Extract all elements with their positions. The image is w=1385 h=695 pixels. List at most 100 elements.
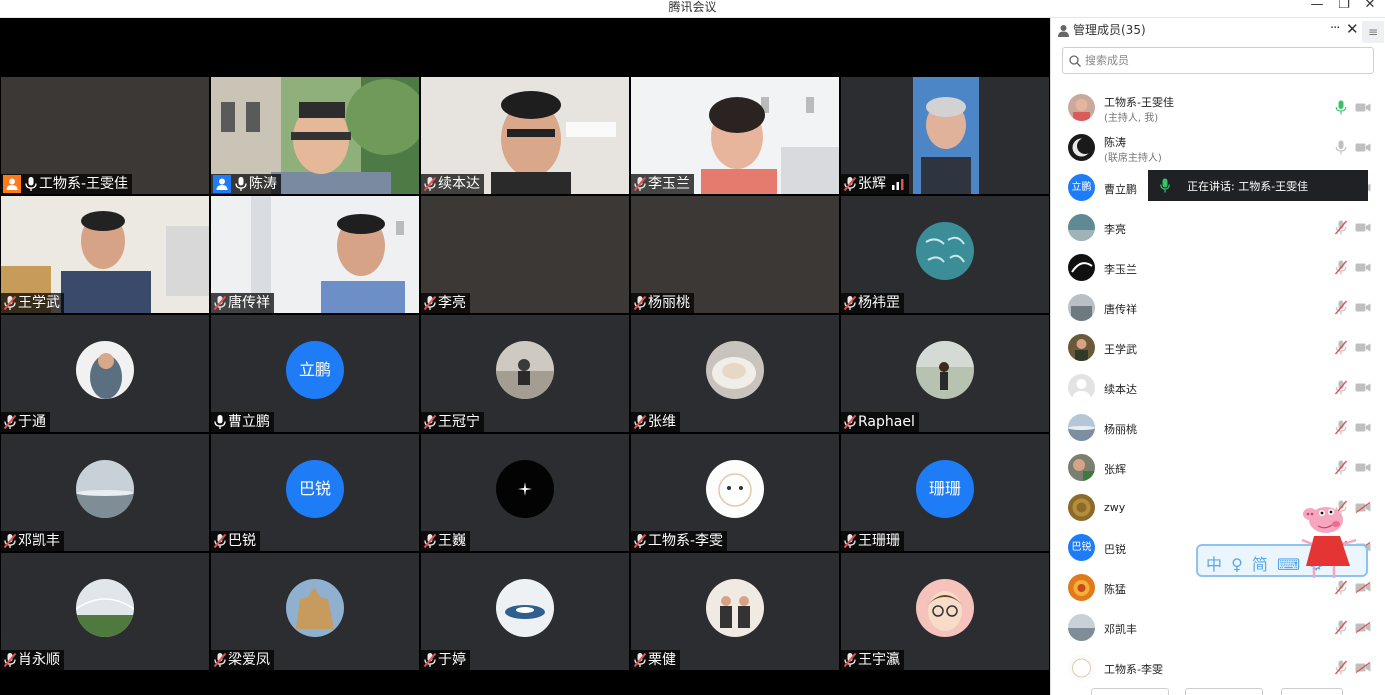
- video-grid: 工物系-王雯佳 陈涛续本达 李玉兰 张辉王学武 唐传祥 李亮 杨丽桃杨祎罡于通 立鹏 曹立鹏 王冠…: [0, 77, 1050, 671]
- video-tile[interactable]: 王巍: [421, 434, 629, 551]
- minimize-button[interactable]: —: [1304, 0, 1330, 16]
- video-tile[interactable]: 栗健: [631, 553, 839, 670]
- member-camera-icon[interactable]: [1355, 222, 1371, 233]
- member-avatar: [1068, 374, 1095, 401]
- participant-namebar: 于婷: [421, 650, 470, 670]
- video-tile[interactable]: 工物系-李雯: [631, 434, 839, 551]
- member-row[interactable]: 工物系-李雯: [1051, 648, 1385, 688]
- member-row[interactable]: 李玉兰: [1051, 248, 1385, 288]
- member-avatar: [1068, 414, 1095, 441]
- member-mic-icon[interactable]: [1335, 260, 1347, 275]
- signal-icon: [892, 179, 904, 190]
- video-tile[interactable]: 巴锐 巴锐: [211, 434, 419, 551]
- member-camera-icon[interactable]: [1355, 142, 1371, 153]
- host-badge-icon: [3, 175, 21, 193]
- member-camera-icon[interactable]: [1355, 582, 1371, 593]
- member-camera-icon[interactable]: [1355, 102, 1371, 113]
- video-tile[interactable]: 杨祎罡: [841, 196, 1049, 313]
- participant-name: 王巍: [438, 533, 466, 549]
- video-tile[interactable]: 杨丽桃: [631, 196, 839, 313]
- participant-namebar: 杨祎罡: [841, 293, 904, 313]
- member-row[interactable]: 陈涛 (联席主持人): [1051, 128, 1385, 168]
- participant-name: 续本达: [438, 176, 480, 192]
- panel-title: 管理成员(35): [1073, 23, 1146, 37]
- cohost-badge-icon: [213, 175, 231, 193]
- more-options-icon[interactable]: ···: [1330, 21, 1340, 36]
- footer-button-1[interactable]: [1091, 688, 1169, 695]
- mic-muted-icon: [213, 652, 227, 668]
- mic-muted-icon: [3, 652, 17, 668]
- video-tile[interactable]: 王学武: [1, 196, 209, 313]
- member-mic-icon[interactable]: [1335, 100, 1347, 115]
- window-title: 腾讯会议: [668, 0, 717, 14]
- mic-muted-icon: [633, 533, 647, 549]
- member-camera-icon[interactable]: [1355, 302, 1371, 313]
- member-row[interactable]: 张辉: [1051, 448, 1385, 488]
- member-mic-icon[interactable]: [1335, 140, 1347, 155]
- video-tile[interactable]: 梁爱凤: [211, 553, 419, 670]
- video-tile[interactable]: 肖永顺: [1, 553, 209, 670]
- member-mic-icon[interactable]: [1335, 660, 1347, 675]
- close-window-button[interactable]: ✕: [1357, 0, 1383, 16]
- video-tile[interactable]: 于婷: [421, 553, 629, 670]
- participant-namebar: 曹立鹏: [211, 412, 274, 432]
- member-camera-icon[interactable]: [1355, 382, 1371, 393]
- footer-button-3[interactable]: [1281, 688, 1343, 695]
- member-camera-icon[interactable]: [1355, 462, 1371, 473]
- member-name: zwy: [1104, 501, 1126, 514]
- member-row[interactable]: 王学武: [1051, 328, 1385, 368]
- mic-muted-icon: [213, 295, 227, 311]
- member-name: 曹立鹏: [1104, 183, 1137, 196]
- member-row[interactable]: 李亮: [1051, 208, 1385, 248]
- panel-footer: [1091, 688, 1351, 695]
- member-search[interactable]: [1062, 47, 1374, 74]
- member-mic-icon[interactable]: [1335, 340, 1347, 355]
- member-row[interactable]: 邓凯丰: [1051, 608, 1385, 648]
- member-mic-icon[interactable]: [1335, 380, 1347, 395]
- restore-button[interactable]: ❐: [1331, 0, 1357, 16]
- video-tile[interactable]: 邓凯丰: [1, 434, 209, 551]
- participant-avatar: [286, 579, 344, 637]
- footer-button-2[interactable]: [1185, 688, 1263, 695]
- participant-name: 杨祎罡: [858, 295, 900, 311]
- member-mic-icon[interactable]: [1335, 220, 1347, 235]
- member-camera-icon[interactable]: [1355, 622, 1371, 633]
- panel-menu-icon[interactable]: ≡: [1362, 21, 1384, 43]
- video-tile[interactable]: 张维: [631, 315, 839, 432]
- member-mic-icon[interactable]: [1335, 300, 1347, 315]
- video-tile[interactable]: Raphael: [841, 315, 1049, 432]
- search-input[interactable]: [1085, 52, 1365, 69]
- participant-avatar: [496, 579, 554, 637]
- member-mic-icon[interactable]: [1335, 420, 1347, 435]
- participant-name: 张辉: [858, 176, 886, 192]
- video-tile[interactable]: 李亮: [421, 196, 629, 313]
- video-tile[interactable]: 续本达: [421, 77, 629, 194]
- member-camera-icon[interactable]: [1355, 262, 1371, 273]
- video-tile[interactable]: 张辉: [841, 77, 1049, 194]
- video-tile[interactable]: 李玉兰: [631, 77, 839, 194]
- member-camera-icon[interactable]: [1355, 422, 1371, 433]
- video-tile[interactable]: 陈涛: [211, 77, 419, 194]
- video-tile[interactable]: 唐传祥: [211, 196, 419, 313]
- video-tile[interactable]: 立鹏 曹立鹏: [211, 315, 419, 432]
- mic-muted-icon: [423, 652, 437, 668]
- member-row[interactable]: 续本达: [1051, 368, 1385, 408]
- member-avatar: [1068, 334, 1095, 361]
- video-tile[interactable]: 王冠宁: [421, 315, 629, 432]
- member-mic-icon[interactable]: [1335, 580, 1347, 595]
- video-tile[interactable]: 工物系-王雯佳: [1, 77, 209, 194]
- member-mic-icon[interactable]: [1335, 620, 1347, 635]
- video-tile[interactable]: 王宇瀛: [841, 553, 1049, 670]
- participant-namebar: 栗健: [631, 650, 680, 670]
- participant-namebar: 李玉兰: [631, 174, 694, 194]
- member-camera-icon[interactable]: [1355, 662, 1371, 673]
- member-mic-icon[interactable]: [1335, 460, 1347, 475]
- member-row[interactable]: 工物系-王雯佳 (主持人, 我): [1051, 88, 1385, 128]
- mic-muted-icon: [423, 295, 437, 311]
- member-row[interactable]: 唐传祥: [1051, 288, 1385, 328]
- member-camera-icon[interactable]: [1355, 342, 1371, 353]
- close-panel-icon[interactable]: ✕: [1346, 20, 1359, 38]
- member-row[interactable]: 杨丽桃: [1051, 408, 1385, 448]
- video-tile[interactable]: 于通: [1, 315, 209, 432]
- video-tile[interactable]: 珊珊 王珊珊: [841, 434, 1049, 551]
